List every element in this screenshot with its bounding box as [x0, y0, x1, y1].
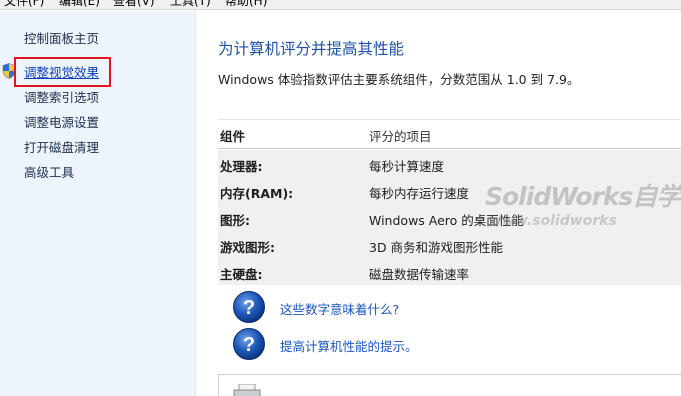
page-description: Windows 体验指数评估主要系统组件，分数范围从 1.0 到 7.9。	[218, 72, 580, 87]
help-link-row: ? 提高计算机性能的提示。	[232, 327, 672, 363]
help-link-row: ? 这些数字意味着什么?	[232, 290, 672, 326]
table-row: 游戏图形: 3D 商务和游戏图形性能	[218, 231, 681, 258]
menu-help[interactable]: 帮助(H)	[225, 0, 267, 8]
main-content: 为计算机评分并提高其性能 Windows 体验指数评估主要系统组件，分数范围从 …	[197, 11, 681, 396]
printer-icon	[233, 384, 261, 396]
row-component: 图形:	[220, 213, 250, 228]
header-rated-item: 评分的项目	[369, 129, 432, 144]
sidebar-item-adjust-indexing[interactable]: 调整索引选项	[24, 90, 99, 106]
row-component: 内存(RAM):	[220, 186, 294, 201]
page-title: 为计算机评分并提高其性能	[218, 40, 405, 58]
help-link-performance-tips[interactable]: 提高计算机性能的提示。	[280, 336, 418, 355]
row-rated-item: 每秒计算速度	[369, 159, 445, 174]
table-row: 主硬盘: 磁盘数据传输速率	[218, 258, 681, 285]
svg-text:?: ?	[243, 297, 255, 319]
help-link-what-numbers-mean[interactable]: 这些数字意味着什么?	[280, 299, 399, 318]
svg-text:?: ?	[243, 334, 255, 356]
sidebar-item-advanced-tools[interactable]: 高级工具	[24, 165, 74, 181]
help-question-icon: ?	[233, 291, 265, 323]
menu-file[interactable]: 文件(F)	[4, 0, 44, 8]
watermark-text: SolidWorks自学网	[485, 182, 681, 211]
menu-tools[interactable]: 工具(T)	[170, 0, 211, 8]
table-row: 处理器: 每秒计算速度	[218, 150, 681, 177]
row-rated-item: 磁盘数据传输速率	[369, 267, 470, 282]
help-question-icon: ?	[233, 328, 265, 360]
sidebar-item-adjust-visual-effects[interactable]: 调整视觉效果	[24, 65, 99, 81]
row-rated-item: 每秒内存运行速度	[369, 186, 470, 201]
print-section	[218, 374, 681, 396]
menu-view[interactable]: 查看(V)	[113, 0, 155, 8]
row-component: 处理器:	[220, 159, 263, 174]
row-rated-item: 3D 商务和游戏图形性能	[369, 240, 504, 255]
row-component: 游戏图形:	[220, 240, 275, 255]
menu-bar: 文件(F) 编辑(E) 查看(V) 工具(T) 帮助(H)	[0, 0, 681, 10]
sidebar-item-disk-cleanup[interactable]: 打开磁盘清理	[24, 140, 99, 156]
header-component: 组件	[220, 129, 246, 144]
menu-edit[interactable]: 编辑(E)	[59, 0, 100, 8]
sidebar-item-control-panel-home[interactable]: 控制面板主页	[24, 31, 99, 47]
table-header: 组件 评分的项目	[218, 119, 681, 149]
row-component: 主硬盘:	[220, 267, 263, 282]
watermark-url: www.solidworks	[489, 213, 617, 229]
sidebar-item-adjust-power[interactable]: 调整电源设置	[24, 115, 99, 131]
sidebar: 控制面板主页 调整视觉效果 调整索引选项 调整电源设置 打开磁盘清理 高级工具	[0, 11, 196, 396]
